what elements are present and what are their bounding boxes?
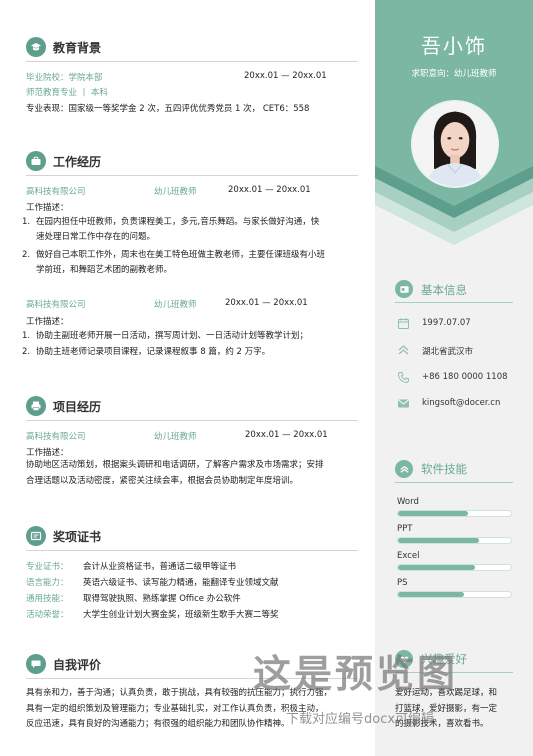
item-text: 做好自己本职工作外，周末也在美工特色班做主教老师，主要任课班级有小班 学前班，和舞… [36, 248, 325, 278]
work-title: 工作经历 [53, 155, 102, 169]
education-title: 教育背景 [53, 41, 102, 55]
project-company: 高科技有限公司 [26, 432, 86, 442]
certificate-icon [26, 526, 46, 546]
project-description: 协助地区活动策划，根据案头调研和电话调研，了解客户需求及市场需求；安排 合理话题… [26, 458, 366, 489]
divider [26, 61, 358, 62]
birthdate: 1997.07.07 [422, 318, 471, 328]
item-number: 2. [22, 347, 31, 357]
award-label: 语言能力： [26, 578, 69, 588]
job-duty-item: 1. 在园内担任中班教师，负责课程美工，多元,音乐舞蹈。与家长做好沟通，快 速处理… [22, 215, 362, 247]
award-value: 大学生创业计划大赛金奖，班级新生歌手大赛二等奖 [83, 610, 279, 620]
education-major: 师范教育专业 丨 本科 [26, 88, 108, 98]
skill-bar-ps [397, 591, 512, 598]
skill-name: PS [397, 578, 408, 588]
skill-fill [398, 511, 469, 516]
skill-bar-word [397, 510, 512, 517]
divider [395, 482, 513, 483]
item-number: 1. [22, 331, 31, 341]
job-role: 幼儿班教师 [154, 300, 197, 310]
item-line: 速处理日常工作中存在的问题。 [36, 232, 156, 242]
id-card-icon [395, 280, 413, 298]
job-dates: 20xx.01 — 20xx.01 [225, 298, 308, 308]
candidate-name: 吾小饰 [421, 34, 487, 58]
job-company: 高科技有限公司 [26, 300, 86, 310]
divider [26, 550, 358, 551]
calendar-icon [398, 318, 409, 329]
skill-name: Word [397, 497, 419, 507]
project-line: 合理话题以及活动密度，紧密关注续会率，根据会员协助制定年度培训。 [26, 475, 299, 486]
job-intent: 求职意向：幼儿班教师 [411, 69, 497, 79]
education-dates: 20xx.01 — 20xx.01 [244, 71, 327, 81]
location: 湖北省武汉市 [422, 347, 474, 357]
job-desc-label: 工作描述： [26, 203, 69, 213]
basic-info-title: 基本信息 [421, 283, 467, 297]
projects-section-header: 项目经历 [26, 396, 358, 422]
project-line: 协助地区活动策划，根据案头调研和电话调研，了解客户需求及市场需求；安排 [26, 460, 324, 470]
award-value: 取得驾驶执照、熟练掌握 Office 办公软件 [83, 594, 241, 604]
education-section-header: 教育背景 [26, 37, 358, 63]
award-value: 英语六级证书、读写能力精通，能翻译专业领域文献 [83, 578, 279, 588]
award-label: 通用技能： [26, 594, 69, 604]
skills-chevron-icon [395, 460, 413, 478]
item-text: 协助主副班老师开展一日活动，撰写周计划、一日活动计划等教学计划； [36, 331, 309, 341]
skills-title: 软件技能 [421, 462, 467, 476]
job-desc-label: 工作描述： [26, 317, 69, 327]
portrait-image [413, 102, 497, 186]
chat-bubble-icon [26, 654, 46, 674]
education-performance: 专业表现：国家级一等奖学金 2 次，五四评优优秀党员 1 次， CET6：558 [26, 104, 310, 114]
job-duty-item: 1. 协助主副班老师开展一日活动，撰写周计划、一日活动计划等教学计划； [22, 329, 362, 345]
job-role: 幼儿班教师 [154, 187, 197, 197]
self-eval-title: 自我评价 [53, 658, 102, 672]
item-line: 在园内担任中班教师，负责课程美工，多元,音乐舞蹈。与家长做好沟通，快 [36, 217, 320, 227]
item-number: 2. [22, 250, 31, 260]
job-dates: 20xx.01 — 20xx.01 [228, 185, 311, 195]
skill-fill [398, 538, 480, 543]
project-dates: 20xx.01 — 20xx.01 [245, 430, 328, 440]
divider [26, 420, 358, 421]
job-company: 高科技有限公司 [26, 187, 86, 197]
job-duty-item: 2. 协助主班老师记录项目课程，记录课程叙事 8 篇，约 2 万字。 [22, 345, 362, 361]
item-line: 学前班，和舞蹈艺术团的副教老师。 [36, 265, 173, 275]
graduation-cap-icon [26, 37, 46, 57]
self-eval-line: 反应迅速，具有良好的沟通能力；有很强的组织能力和团队协作精神。 [26, 719, 290, 729]
mail-icon [398, 399, 409, 408]
profile-photo [411, 100, 499, 188]
divider [395, 302, 513, 303]
skill-bar-ppt [397, 537, 512, 544]
item-text: 协助主班老师记录项目课程，记录课程叙事 8 篇，约 2 万字。 [36, 347, 271, 357]
item-line: 做好自己本职工作外，周末也在美工特色班做主教老师，主要任课班级有小班 [36, 250, 326, 260]
project-role: 幼儿班教师 [154, 432, 197, 442]
printer-icon [26, 396, 46, 416]
skill-fill [398, 592, 464, 597]
award-label: 专业证书： [26, 562, 69, 572]
self-eval-line: 具有一定的组织策划及管理能力；专业基础扎实，对工作认真负责，积极主动， [26, 703, 324, 714]
awards-title: 奖项证书 [53, 530, 102, 544]
preview-watermark: 这是预览图 [253, 652, 459, 696]
briefcase-icon [26, 151, 46, 171]
item-number: 1. [22, 217, 31, 227]
award-value: 会计从业资格证书，普通话二级甲等证书 [83, 562, 237, 572]
education-school: 毕业院校：学院本部 [26, 73, 103, 83]
phone: +86 180 0000 1108 [422, 372, 508, 382]
item-text: 在园内担任中班教师，负责课程美工，多元,音乐舞蹈。与家长做好沟通，快 速处理日常工… [36, 215, 319, 245]
phone-icon [397, 372, 409, 384]
divider [26, 175, 358, 176]
email: kingsoft@docer.cn [422, 398, 501, 408]
preview-watermark-subtitle: 下载对应编号docx可编辑 [286, 712, 435, 727]
skill-name: Excel [397, 551, 420, 561]
projects-title: 项目经历 [53, 400, 102, 414]
location-icon [398, 345, 409, 355]
work-section-header: 工作经历 [26, 151, 358, 177]
skill-fill [398, 565, 475, 570]
job-duty-item: 2. 做好自己本职工作外，周末也在美工特色班做主教老师，主要任课班级有小班 学前班… [22, 248, 362, 280]
skill-bar-excel [397, 564, 512, 571]
skill-name: PPT [397, 524, 413, 534]
project-desc-label: 工作描述： [26, 448, 69, 458]
awards-section-header: 奖项证书 [26, 526, 358, 552]
award-label: 活动荣誉： [26, 610, 69, 620]
